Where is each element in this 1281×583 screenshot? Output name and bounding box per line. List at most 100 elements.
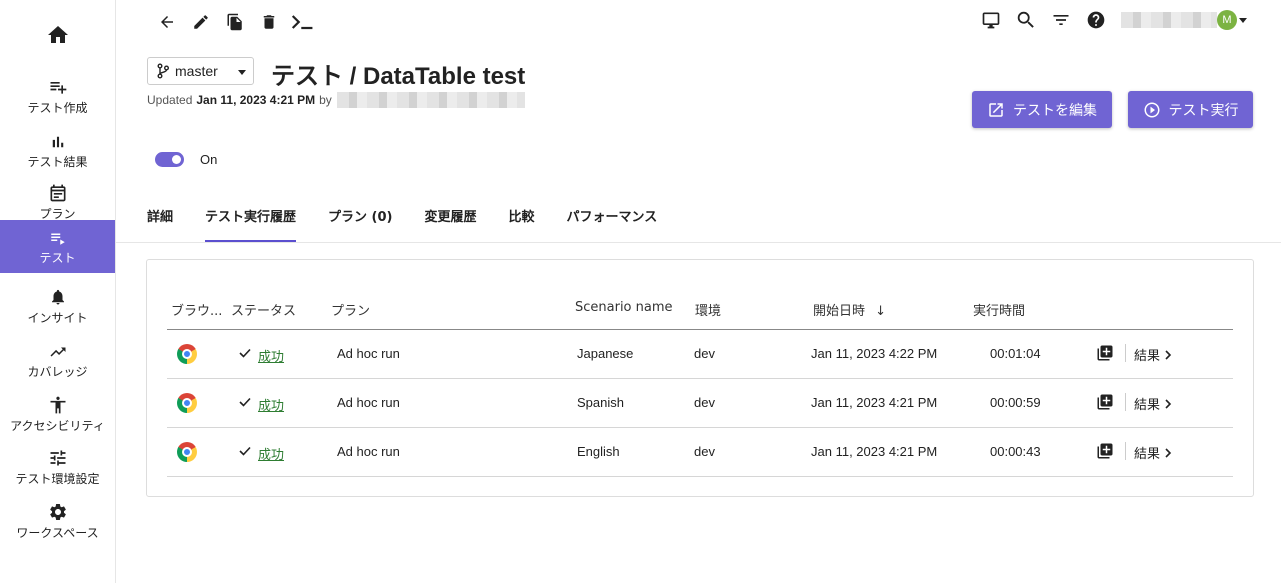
tab-plans[interactable]: プラン (0) (328, 196, 392, 243)
col-duration[interactable]: 実行時間 (973, 300, 1025, 319)
page-title: テスト / DataTable test (271, 63, 526, 90)
edit-test-label: テストを編集 (1013, 102, 1097, 119)
search-button[interactable] (1008, 8, 1043, 32)
col-plan[interactable]: プラン (331, 300, 370, 319)
home-button[interactable] (0, 18, 115, 52)
library-add-icon[interactable] (1096, 344, 1114, 362)
start-cell: Jan 11, 2023 4:21 PM (811, 444, 938, 459)
scenario-cell: Spanish (577, 395, 624, 410)
sidebar-item-test-results[interactable]: テスト結果 (0, 124, 115, 177)
git-branch-icon (157, 63, 169, 79)
tab-compare[interactable]: 比較 (509, 196, 535, 243)
col-browser[interactable]: ブラウ... (171, 300, 222, 319)
terminal-button[interactable] (286, 10, 320, 34)
search-icon (1017, 11, 1034, 28)
col-env[interactable]: 環境 (695, 300, 721, 319)
open-external-icon (989, 102, 1003, 117)
library-add-icon[interactable] (1096, 442, 1114, 460)
delete-button[interactable] (252, 10, 286, 34)
result-label: 結果 (1134, 447, 1161, 462)
bell-icon (51, 289, 64, 305)
tabs-divider (116, 242, 1281, 243)
pencil-icon (194, 15, 208, 29)
sidebar-item-coverage[interactable]: カバレッジ (0, 334, 115, 387)
col-start[interactable]: 開始日時 ↓ (813, 300, 886, 319)
tab-run-history[interactable]: テスト実行履歴 (205, 196, 297, 243)
table-row: 成功 Ad hoc run Spanish dev Jan 11, 2023 4… (167, 379, 1233, 428)
plan-cell: Ad hoc run (337, 395, 400, 410)
duration-cell: 00:01:04 (990, 346, 1041, 361)
chevron-down-icon (1239, 17, 1247, 23)
updated-user-redacted (336, 92, 525, 108)
edit-button[interactable] (184, 10, 218, 34)
col-start-label: 開始日時 (813, 304, 866, 319)
duration-cell: 00:00:43 (990, 444, 1041, 459)
updated-prefix: Updated (147, 93, 193, 107)
divider (1125, 344, 1126, 362)
status-link[interactable]: 成功 (258, 395, 284, 414)
result-link[interactable]: 結果 (1134, 345, 1172, 364)
bar-chart-icon (52, 136, 63, 148)
accessibility-icon (50, 396, 65, 414)
result-link[interactable]: 結果 (1134, 394, 1172, 413)
check-icon (239, 348, 251, 358)
duplicate-button[interactable] (218, 10, 252, 34)
status-link[interactable]: 成功 (258, 346, 284, 365)
home-icon (47, 26, 68, 43)
sidebar-item-label: ワークスペース (16, 526, 99, 540)
result-label: 結果 (1134, 398, 1161, 413)
sidebar-item-workspace[interactable]: ワークスペース (0, 495, 115, 548)
tab-change-history[interactable]: 変更履歴 (425, 196, 477, 243)
sidebar: テスト作成 テスト結果 プラン テスト インサイト カバレッジ アクセシビリティ… (0, 0, 116, 583)
copy-icon (227, 13, 242, 31)
chevron-down-icon (238, 70, 246, 75)
run-test-button[interactable]: テスト実行 (1128, 91, 1253, 128)
sidebar-item-test[interactable]: テスト (0, 220, 115, 273)
env-cell: dev (694, 346, 715, 361)
tab-details[interactable]: 詳細 (147, 196, 173, 243)
result-label: 結果 (1134, 349, 1161, 364)
trending-up-icon (50, 347, 65, 357)
user-name-redacted (1121, 12, 1217, 28)
sidebar-item-accessibility[interactable]: アクセシビリティ (0, 388, 115, 441)
avatar: M (1217, 10, 1237, 30)
branch-selector[interactable]: master (147, 57, 254, 85)
divider (1125, 393, 1126, 411)
library-add-icon[interactable] (1096, 393, 1114, 411)
scenario-cell: Japanese (577, 346, 634, 361)
start-cell: Jan 11, 2023 4:22 PM (811, 346, 938, 361)
table-row: 成功 Ad hoc run Japanese dev Jan 11, 2023 … (167, 330, 1233, 379)
duration-cell: 00:00:59 (990, 395, 1041, 410)
sidebar-item-insight[interactable]: インサイト (0, 280, 115, 333)
list-play-icon (50, 233, 65, 245)
filter-button[interactable] (1043, 8, 1078, 32)
back-button[interactable] (150, 10, 184, 34)
tab-performance[interactable]: パフォーマンス (567, 196, 658, 243)
calendar-icon (50, 184, 65, 202)
plan-cell: Ad hoc run (337, 444, 400, 459)
sidebar-item-label: アクセシビリティ (10, 419, 105, 433)
sidebar-item-env-settings[interactable]: テスト環境設定 (0, 441, 115, 494)
toolbar (150, 10, 320, 34)
enable-toggle[interactable] (155, 152, 184, 167)
monitor-button[interactable] (973, 8, 1008, 32)
result-link[interactable]: 結果 (1134, 443, 1172, 462)
chrome-icon (177, 393, 197, 413)
user-menu[interactable]: M (1121, 10, 1247, 30)
plan-cell: Ad hoc run (337, 346, 400, 361)
status-link[interactable]: 成功 (258, 444, 284, 463)
col-scenario[interactable]: Scenario name (575, 300, 673, 315)
edit-test-button[interactable]: テストを編集 (972, 91, 1112, 128)
sidebar-item-test-create[interactable]: テスト作成 (0, 70, 115, 123)
check-icon (239, 446, 251, 456)
check-icon (239, 397, 251, 407)
help-button[interactable] (1078, 8, 1113, 32)
col-status[interactable]: ステータス (231, 300, 296, 319)
sidebar-item-label: テスト (39, 251, 76, 265)
table-row: 成功 Ad hoc run English dev Jan 11, 2023 4… (167, 428, 1233, 477)
sidebar-item-label: インサイト (27, 311, 88, 325)
branch-name: master (175, 63, 218, 79)
run-test-label: テスト実行 (1168, 102, 1239, 119)
back-arrow-icon (161, 16, 173, 28)
gear-icon (49, 504, 66, 520)
